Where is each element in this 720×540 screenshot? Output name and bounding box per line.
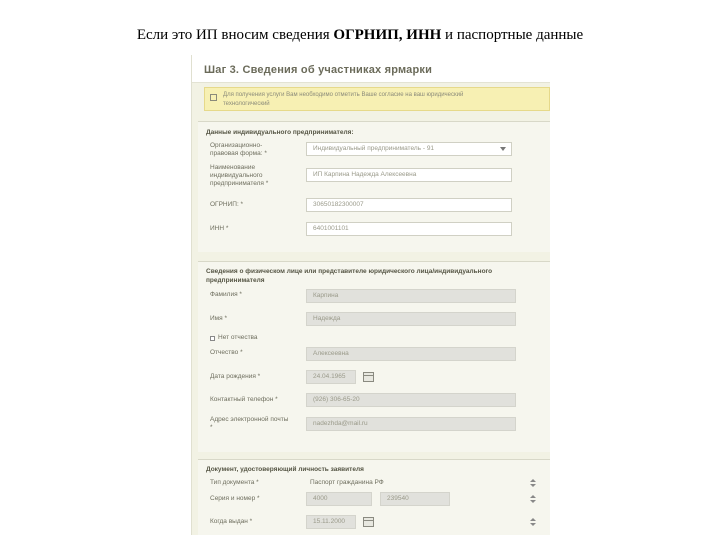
entrepreneur-section: Данные индивидуального предпринимателя: … [198,121,550,252]
entrepreneur-name-input[interactable]: ИП Карпина Надежда Алексеевна [306,168,512,182]
surname-value: Карпина [313,292,339,299]
email-value: nadezhda@mail.ru [313,420,368,427]
checkbox-icon[interactable] [210,94,217,101]
issue-date-label: Когда выдан * [210,518,253,525]
calendar-icon[interactable] [363,372,374,382]
section-title: Документ, удостоверяющий личность заявит… [206,466,364,473]
chevron-down-icon [500,147,506,151]
legal-form-select[interactable]: Индивидуальный предприниматель - 91 [306,142,512,156]
slide-caption: Если это ИП вносим сведения ОГРНИП, ИНН … [0,27,720,44]
series-number-label: Серия и номер * [210,495,260,502]
legal-form-label: Организационно-правовая форма: * [210,142,267,157]
email-label: Адрес электронной почты * [210,416,289,431]
entrepreneur-name-value: ИП Карпина Надежда Алексеевна [313,171,417,178]
stepper-icon[interactable] [530,495,536,503]
patronymic-value: Алексеевна [313,350,349,357]
section-title: Сведения о физическом лице или представи… [206,268,493,284]
caption-text-before: Если это ИП вносим сведения [136,27,334,43]
surname-label: Фамилия * [210,291,242,298]
calendar-icon[interactable] [363,517,374,527]
caption-text-after: и паспортные данные [441,27,584,43]
doc-series-input[interactable]: 4000 [306,492,372,506]
inn-input[interactable]: 6401001101 [306,222,512,236]
ogrnip-label: ОГРНИП: * [210,201,244,208]
doc-number-input[interactable]: 239540 [380,492,450,506]
phone-input[interactable]: (926) 306-65-20 [306,393,516,407]
phone-value: (926) 306-65-20 [313,396,360,403]
no-patronymic-label: Нет отчества [218,334,258,341]
stepper-icon[interactable] [530,518,536,526]
form-screenshot: Шаг 3. Сведения об участниках ярмарки Дл… [191,55,550,535]
step-header: Шаг 3. Сведения об участниках ярмарки [192,55,550,83]
issue-date-value: 15.11.2000 [313,518,346,525]
birth-date-value: 24.04.1965 [313,373,346,380]
patronymic-label: Отчество * [210,349,243,356]
patronymic-input[interactable]: Алексеевна [306,347,516,361]
surname-input[interactable]: Карпина [306,289,516,303]
stepper-icon[interactable] [530,479,536,487]
section-title: Данные индивидуального предпринимателя: [206,129,354,136]
step-title: Шаг 3. Сведения об участниках ярмарки [204,64,433,76]
doc-type-label: Тип документа * [210,479,259,486]
inn-label: ИНН * [210,225,229,232]
doc-number-value: 239540 [387,495,409,502]
birth-date-label: Дата рождения * [210,373,261,380]
inn-value: 6401001101 [313,225,349,232]
birth-date-input[interactable]: 24.04.1965 [306,370,356,384]
first-name-input[interactable]: Надежда [306,312,516,326]
doc-type-value: Паспорт гражданина РФ [310,479,384,486]
phone-label: Контактный телефон * [210,396,278,403]
name-label: Наименование индивидуального предпринима… [210,164,269,187]
first-name-label: Имя * [210,315,227,322]
caption-text-bold: ОГРНИП, ИНН [333,27,442,43]
first-name-value: Надежда [313,315,341,322]
legal-form-value: Индивидуальный предприниматель - 91 [313,145,435,152]
ogrnip-input[interactable]: 30650182300007 [306,198,512,212]
ogrnip-value: 30650182300007 [313,201,364,208]
email-input[interactable]: nadezhda@mail.ru [306,417,516,431]
issue-date-input[interactable]: 15.11.2000 [306,515,356,529]
person-section: Сведения о физическом лице или представи… [198,261,550,452]
consent-notice: Для получения услуги Вам необходимо отме… [204,87,550,111]
notice-text: Для получения услуги Вам необходимо отме… [223,92,464,107]
doc-series-value: 4000 [313,495,328,502]
identity-document-section: Документ, удостоверяющий личность заявит… [198,459,550,535]
no-patronymic-checkbox[interactable] [210,336,215,341]
